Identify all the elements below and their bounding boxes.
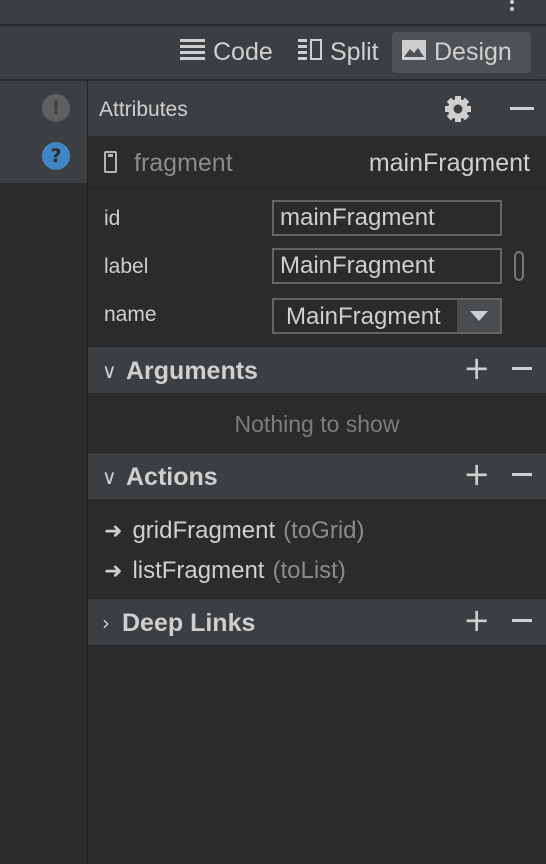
design-view-button[interactable]: Design [392, 32, 531, 73]
name-dropdown[interactable]: MainFragment [272, 298, 502, 334]
attributes-title: Attributes [99, 98, 188, 121]
code-view-icon [180, 38, 205, 67]
arguments-empty-message: Nothing to show [234, 411, 400, 437]
arguments-title: Arguments [126, 357, 258, 385]
action-destination: gridFragment [132, 517, 276, 544]
help-icon[interactable]: ? [42, 142, 70, 170]
left-canvas-area [0, 184, 87, 864]
ide-window: Code Split Design ! ? Attributes fragmen… [0, 0, 546, 864]
list-item[interactable]: ➜ gridFragment (toGrid) [104, 516, 365, 546]
warning-icon[interactable]: ! [42, 94, 70, 122]
left-side-strip [0, 81, 87, 184]
chevron-down-icon[interactable]: ∨ [102, 359, 117, 383]
action-id: (toGrid) [283, 517, 365, 544]
view-mode-switcher: Code Split Design [0, 26, 546, 80]
more-options-icon[interactable] [508, 0, 516, 14]
attributes-panel: Attributes fragment mainFragment id main… [88, 81, 546, 864]
chevron-right-icon[interactable]: › [102, 611, 110, 635]
resource-picker-button[interactable] [514, 251, 524, 281]
split-view-label: Split [330, 38, 379, 66]
arrow-right-icon: ➜ [104, 558, 123, 584]
deep-links-title: Deep Links [122, 609, 256, 637]
remove-argument-icon[interactable] [512, 367, 532, 370]
design-view-icon [402, 38, 426, 67]
split-view-button[interactable]: Split [298, 32, 379, 73]
fragment-icon [104, 151, 117, 173]
list-item[interactable]: ➜ listFragment (toList) [104, 556, 346, 586]
remove-action-icon[interactable] [512, 473, 532, 476]
code-view-label: Code [213, 38, 273, 66]
deep-links-section-header[interactable]: › Deep Links + [88, 598, 546, 645]
id-label: id [104, 207, 121, 230]
actions-section-header[interactable]: ∨ Actions + [88, 452, 546, 499]
add-argument-icon[interactable]: + [463, 352, 490, 384]
gear-icon[interactable] [444, 95, 472, 123]
arrow-right-icon: ➜ [104, 518, 123, 544]
arguments-section-header[interactable]: ∨ Arguments + [88, 346, 546, 393]
code-view-button[interactable]: Code [180, 32, 273, 73]
label-field[interactable]: MainFragment [272, 248, 502, 284]
actions-title: Actions [126, 463, 218, 491]
label-label: label [104, 255, 149, 278]
id-field[interactable]: mainFragment [272, 200, 502, 236]
add-deep-link-icon[interactable]: + [463, 604, 490, 636]
top-toolbar-strip [0, 0, 546, 25]
fragment-type: fragment [134, 149, 233, 177]
design-view-label: Design [434, 38, 512, 66]
selected-fragment-row: fragment mainFragment [88, 136, 546, 189]
attributes-header: Attributes [88, 81, 546, 136]
split-view-icon [298, 38, 322, 67]
name-dropdown-value: MainFragment [286, 303, 441, 330]
action-destination: listFragment [132, 557, 265, 584]
action-id: (toList) [272, 557, 346, 584]
chevron-down-icon[interactable]: ∨ [102, 465, 117, 489]
chevron-down-icon[interactable] [457, 300, 500, 332]
fragment-name: mainFragment [368, 149, 530, 177]
remove-deep-link-icon[interactable] [512, 619, 532, 622]
name-label: name [104, 303, 157, 326]
add-action-icon[interactable]: + [463, 458, 490, 490]
minimize-icon[interactable] [510, 107, 534, 110]
